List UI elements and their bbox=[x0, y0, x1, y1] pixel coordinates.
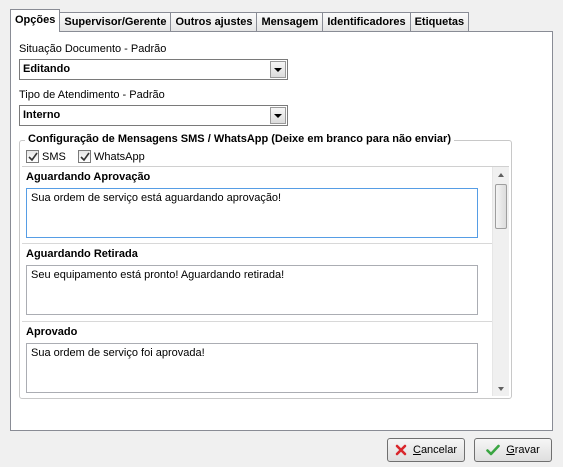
message-textarea[interactable]: Sua ordem de serviço está aguardando apr… bbox=[26, 188, 478, 238]
message-title: Aguardando Aprovação bbox=[26, 171, 151, 183]
tab-etiquetas[interactable]: Etiquetas bbox=[409, 12, 470, 32]
messages-scroll-area[interactable]: Aguardando Aprovação Sua ordem de serviç… bbox=[22, 166, 509, 396]
save-button-label: Gravar bbox=[506, 444, 540, 456]
sms-checkbox-label: SMS bbox=[42, 150, 66, 163]
tab-supervisor-gerente[interactable]: Supervisor/Gerente bbox=[59, 12, 172, 32]
tab-outros-ajustes[interactable]: Outros ajustes bbox=[170, 12, 258, 32]
situacao-select[interactable]: Editando bbox=[19, 59, 288, 80]
checkmark-icon bbox=[26, 150, 39, 163]
atendimento-select[interactable]: Interno bbox=[19, 105, 288, 126]
scrollbar-thumb[interactable] bbox=[495, 184, 507, 229]
chevron-down-icon[interactable] bbox=[270, 61, 286, 78]
checkmark-icon bbox=[78, 150, 91, 163]
vertical-scrollbar[interactable] bbox=[492, 167, 509, 396]
atendimento-label: Tipo de Atendimento - Padrão bbox=[19, 89, 165, 101]
checkmark-icon bbox=[486, 444, 500, 456]
sms-checkbox[interactable]: SMS bbox=[26, 150, 66, 163]
scroll-down-icon[interactable] bbox=[493, 381, 509, 396]
whatsapp-checkbox[interactable]: WhatsApp bbox=[78, 150, 145, 163]
chevron-down-icon[interactable] bbox=[270, 107, 286, 124]
atendimento-value: Interno bbox=[23, 109, 61, 121]
message-title: Aguardando Retirada bbox=[26, 248, 138, 260]
sms-config-title: Configuração de Mensagens SMS / WhatsApp… bbox=[25, 133, 454, 145]
situacao-label: Situação Documento - Padrão bbox=[19, 43, 167, 55]
message-textarea[interactable]: Seu equipamento está pronto! Aguardando … bbox=[26, 265, 478, 315]
message-block: Aprovado Sua ordem de serviço foi aprova… bbox=[22, 322, 492, 396]
cancel-button[interactable]: Cancelar bbox=[387, 438, 465, 462]
sms-config-group: Configuração de Mensagens SMS / WhatsApp… bbox=[19, 133, 512, 399]
message-block: Aguardando Aprovação Sua ordem de serviç… bbox=[22, 167, 492, 244]
tab-mensagem[interactable]: Mensagem bbox=[256, 12, 324, 32]
tab-strip: Opções Supervisor/Gerente Outros ajustes… bbox=[10, 9, 470, 32]
message-title: Aprovado bbox=[26, 326, 78, 338]
message-block: Aguardando Retirada Seu equipamento está… bbox=[22, 244, 492, 322]
message-textarea[interactable]: Sua ordem de serviço foi aprovada! bbox=[26, 343, 478, 393]
tab-panel-opcoes: Situação Documento - Padrão Editando Tip… bbox=[10, 31, 553, 431]
tab-opcoes[interactable]: Opções bbox=[10, 9, 61, 32]
situacao-value: Editando bbox=[23, 63, 71, 75]
whatsapp-checkbox-label: WhatsApp bbox=[94, 150, 145, 163]
scroll-up-icon[interactable] bbox=[493, 167, 509, 183]
tab-identificadores[interactable]: Identificadores bbox=[322, 12, 411, 32]
cancel-button-label: Cancelar bbox=[412, 444, 458, 456]
close-icon bbox=[395, 444, 407, 456]
save-button[interactable]: Gravar bbox=[474, 438, 552, 462]
